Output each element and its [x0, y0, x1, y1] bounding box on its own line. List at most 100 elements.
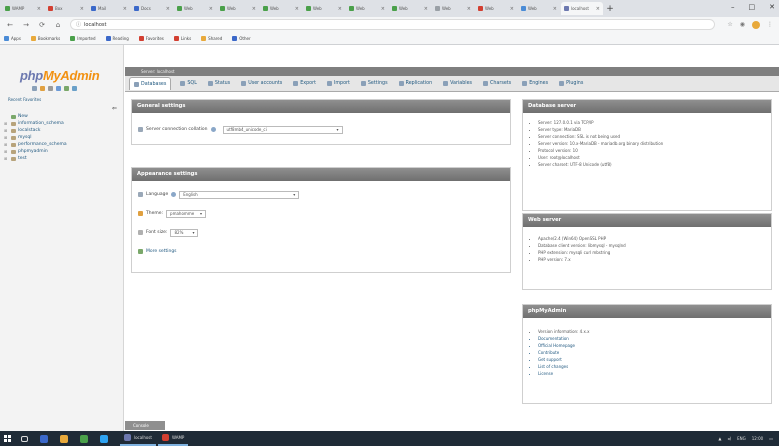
- tab-close-icon[interactable]: ×: [209, 6, 213, 12]
- expand-icon[interactable]: ⊞: [4, 128, 9, 133]
- pinned-app-icon[interactable]: [94, 431, 114, 446]
- task-view-icon[interactable]: [14, 431, 34, 446]
- tab-import[interactable]: Import: [325, 81, 352, 86]
- tab-replication[interactable]: Replication: [397, 81, 435, 86]
- database-tree-item[interactable]: ⊞ phpmyadmin: [4, 148, 67, 155]
- expand-icon[interactable]: ⊞: [4, 156, 9, 161]
- browser-tab[interactable]: localhost ×: [561, 2, 603, 15]
- bookmark-item[interactable]: Shared: [201, 35, 222, 41]
- list-item[interactable]: Documentation: [538, 335, 765, 342]
- maximize-button[interactable]: □: [749, 3, 756, 11]
- tab-close-icon[interactable]: ×: [338, 6, 342, 12]
- tab-plugins[interactable]: Plugins: [557, 81, 585, 86]
- collapse-icon[interactable]: ⇐: [112, 105, 117, 112]
- tab-close-icon[interactable]: ×: [424, 6, 428, 12]
- list-item[interactable]: License: [538, 370, 765, 377]
- menu-icon[interactable]: ⋮: [767, 21, 773, 28]
- bookmark-item[interactable]: Reading: [105, 35, 129, 41]
- database-tree-item[interactable]: ⊞ performance_schema: [4, 141, 67, 148]
- expand-icon[interactable]: ⊞: [4, 135, 9, 140]
- bookmark-item[interactable]: Apps: [4, 35, 21, 41]
- tab-close-icon[interactable]: ×: [467, 6, 471, 12]
- database-tree-item[interactable]: ⊞ mysql: [4, 134, 67, 141]
- language-select[interactable]: English ▾: [179, 190, 300, 199]
- tab-settings[interactable]: Settings: [359, 81, 390, 86]
- browser-tab[interactable]: Web ×: [303, 2, 345, 15]
- console-toggle[interactable]: Console: [125, 421, 165, 430]
- expand-icon[interactable]: ⊞: [4, 121, 9, 126]
- phpmyadmin-logo[interactable]: phpMyAdmin: [20, 68, 100, 83]
- more-settings-link[interactable]: More settings: [146, 249, 177, 254]
- network-icon[interactable]: ▲: [718, 436, 721, 441]
- profile-avatar[interactable]: [752, 20, 760, 29]
- expand-icon[interactable]: ⊞: [4, 149, 9, 154]
- notifications-icon[interactable]: ▭: [769, 436, 773, 441]
- home-icon[interactable]: [32, 86, 37, 91]
- tab-close-icon[interactable]: ×: [123, 6, 127, 12]
- address-bar[interactable]: ⓘ localhost: [70, 19, 716, 30]
- tab-close-icon[interactable]: ×: [37, 6, 41, 12]
- browser-tab[interactable]: WAMP ×: [2, 2, 44, 15]
- browser-tab[interactable]: Web ×: [389, 2, 431, 15]
- tab-charsets[interactable]: Charsets: [481, 81, 513, 86]
- reload-nav-icon[interactable]: [72, 86, 77, 91]
- settings-icon[interactable]: [64, 86, 69, 91]
- help-icon[interactable]: [210, 127, 216, 132]
- recent-favorites[interactable]: Recent Favorites: [8, 97, 41, 102]
- server-breadcrumb[interactable]: Server: localhost: [125, 67, 779, 76]
- sql-query-icon[interactable]: [48, 86, 53, 91]
- language-help-icon[interactable]: [171, 192, 177, 197]
- browser-tab[interactable]: Web ×: [260, 2, 302, 15]
- database-tree-item[interactable]: ⊞ information_schema: [4, 120, 67, 127]
- browser-tab[interactable]: Web ×: [432, 2, 474, 15]
- tab-close-icon[interactable]: ×: [295, 6, 299, 12]
- tab-user-accounts[interactable]: User accounts: [239, 81, 284, 86]
- expand-icon[interactable]: ⊞: [4, 142, 9, 147]
- minimize-button[interactable]: –: [731, 3, 735, 11]
- clock[interactable]: 12:00: [752, 436, 764, 441]
- tab-close-icon[interactable]: ×: [252, 6, 256, 12]
- home-button[interactable]: ⌂: [54, 21, 62, 29]
- tab-engines[interactable]: Engines: [520, 81, 550, 86]
- list-item[interactable]: Contribute: [538, 349, 765, 356]
- back-button[interactable]: ←: [6, 21, 14, 29]
- tab-close-icon[interactable]: ×: [166, 6, 170, 12]
- volume-icon[interactable]: ◂): [727, 436, 731, 441]
- forward-button[interactable]: →: [22, 21, 30, 29]
- taskbar-app[interactable]: WAMP: [157, 431, 189, 446]
- pinned-app-icon[interactable]: [74, 431, 94, 446]
- database-tree-item[interactable]: New: [4, 113, 67, 120]
- tab-export[interactable]: Export: [291, 81, 318, 86]
- tab-close-icon[interactable]: ×: [80, 6, 84, 12]
- list-item[interactable]: List of changes: [538, 363, 765, 370]
- pinned-app-icon[interactable]: [54, 431, 74, 446]
- bookmark-item[interactable]: Other: [232, 35, 251, 41]
- bookmark-item[interactable]: Favorites: [138, 35, 164, 41]
- bookmark-item[interactable]: Bookmarks: [30, 35, 60, 41]
- browser-tab[interactable]: Web ×: [475, 2, 517, 15]
- tab-close-icon[interactable]: ×: [553, 6, 557, 12]
- tab-variables[interactable]: Variables: [441, 81, 474, 86]
- star-icon[interactable]: ☆: [727, 21, 732, 28]
- tab-databases[interactable]: Databases: [129, 77, 172, 90]
- tab-close-icon[interactable]: ×: [596, 6, 600, 12]
- new-tab-button[interactable]: +: [604, 3, 616, 15]
- theme-select[interactable]: pmahomme ▾: [166, 209, 207, 218]
- browser-tab[interactable]: Web ×: [174, 2, 216, 15]
- start-button[interactable]: [0, 431, 14, 446]
- list-item[interactable]: Get support: [538, 356, 765, 363]
- tab-sql[interactable]: SQL: [178, 81, 199, 86]
- bookmark-item[interactable]: Imported: [70, 35, 96, 41]
- database-tree-item[interactable]: ⊞ localstack: [4, 127, 67, 134]
- extension-icon[interactable]: ◉: [740, 21, 745, 28]
- reload-button[interactable]: ⟳: [38, 21, 46, 29]
- pinned-app-icon[interactable]: [34, 431, 54, 446]
- close-window-button[interactable]: ✕: [769, 3, 775, 11]
- browser-tab[interactable]: Web ×: [217, 2, 259, 15]
- font-size-select[interactable]: 82% ▾: [170, 228, 199, 237]
- tab-close-icon[interactable]: ×: [510, 6, 514, 12]
- browser-tab[interactable]: Box ×: [45, 2, 87, 15]
- browser-tab[interactable]: Docs ×: [131, 2, 173, 15]
- docs-icon[interactable]: [56, 86, 61, 91]
- collation-select[interactable]: utf8mb4_unicode_ci ▾: [222, 125, 343, 134]
